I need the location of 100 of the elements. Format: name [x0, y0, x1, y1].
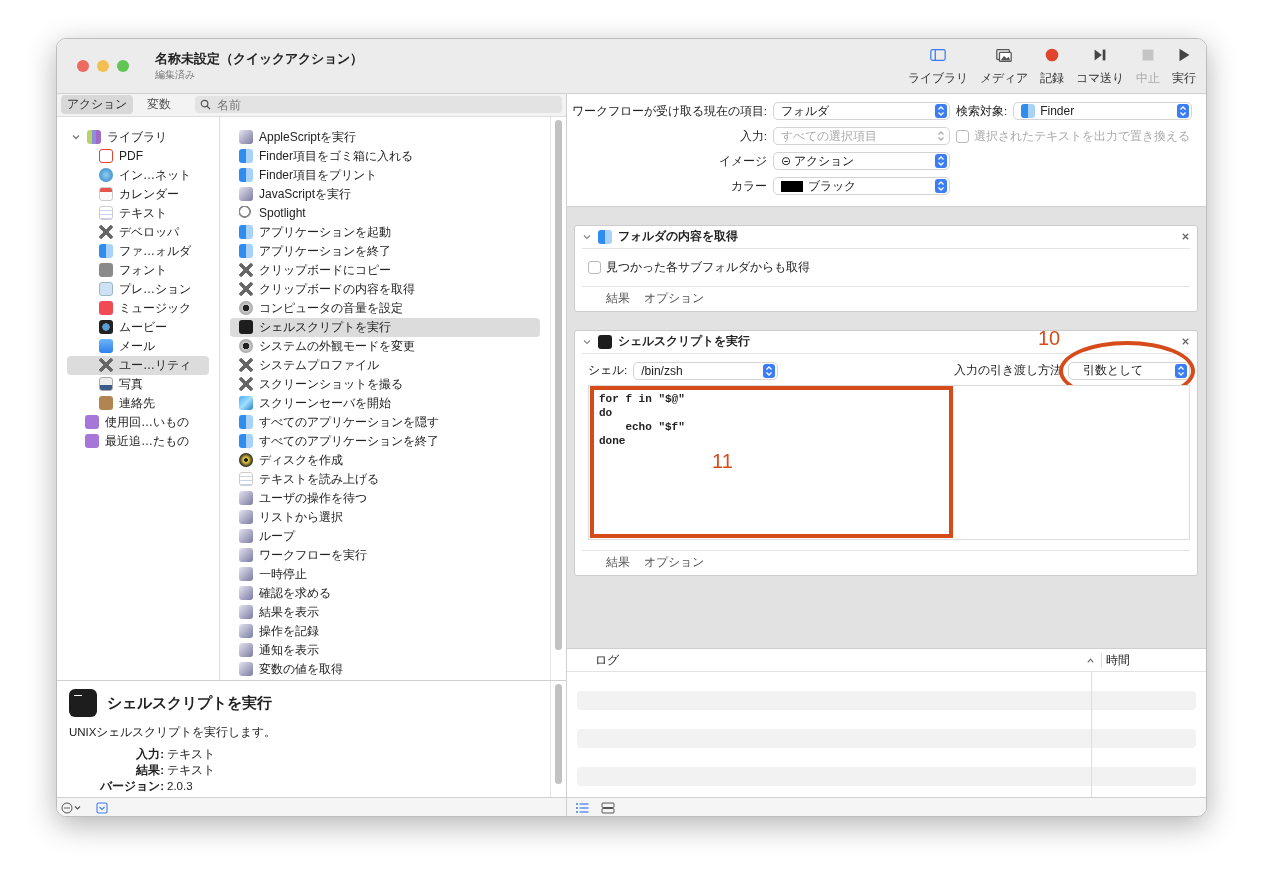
- action-item[interactable]: システムの外観モードを変更: [230, 336, 540, 356]
- pass-input-popup[interactable]: 引数として: [1068, 361, 1190, 380]
- action-item[interactable]: スクリーンショットを撮る: [230, 374, 540, 394]
- library-item[interactable]: 最近追…たもの: [67, 431, 209, 451]
- sort-caret-icon[interactable]: [1086, 655, 1095, 665]
- description-toggle-icon[interactable]: [95, 801, 109, 814]
- field-value: 2.0.3: [167, 779, 194, 795]
- action-item[interactable]: すべてのアプリケーションを隠す: [230, 412, 540, 432]
- card-tab[interactable]: オプション: [644, 555, 704, 571]
- stepper-icon: [1177, 104, 1189, 118]
- action-item[interactable]: ディスクを作成: [230, 450, 540, 470]
- media-tool-button[interactable]: メディア: [976, 43, 1032, 89]
- library-item[interactable]: ミュージック: [67, 298, 209, 318]
- crossed-tools-icon: [239, 282, 253, 297]
- list-view-icon[interactable]: [575, 801, 589, 814]
- search-field[interactable]: 名前: [195, 96, 562, 114]
- annotation-number: 10: [1038, 327, 1061, 348]
- close-icon[interactable]: [1181, 337, 1190, 347]
- action-item[interactable]: シェルスクリプトを実行: [230, 317, 540, 337]
- library-item[interactable]: メール: [67, 336, 209, 356]
- action-item[interactable]: スクリーンセーバを開始: [230, 393, 540, 413]
- action-item[interactable]: コンピュータの音量を設定: [230, 298, 540, 318]
- action-item[interactable]: 結果を表示: [230, 602, 540, 622]
- shell-popup[interactable]: /bin/zsh: [633, 361, 779, 380]
- field-label: イメージ: [718, 153, 767, 169]
- crossed-tools-icon: [239, 377, 253, 392]
- action-item[interactable]: ループ: [230, 526, 540, 546]
- library-tool-button[interactable]: ライブラリ: [904, 43, 972, 89]
- field-label: 入力:: [738, 128, 767, 144]
- action-item[interactable]: ワークフローを実行: [230, 545, 540, 565]
- subfolder-checkbox[interactable]: 見つかった各サブフォルダからも取得: [588, 258, 1184, 276]
- action-item[interactable]: 変数の値を取得: [230, 659, 540, 679]
- library-item[interactable]: デベロッパ: [67, 222, 209, 242]
- library-item[interactable]: プレ…ション: [67, 279, 209, 299]
- calendar-icon: [99, 187, 113, 202]
- annotation-number: 11: [712, 450, 733, 471]
- record-tool-button[interactable]: 記録: [1036, 43, 1068, 89]
- action-item[interactable]: 確認を求める: [230, 583, 540, 603]
- code-line: for f in "$@": [599, 391, 686, 406]
- library-item[interactable]: PDF: [67, 146, 209, 166]
- scrollbar-thumb[interactable]: [555, 684, 562, 785]
- action-item[interactable]: リストから選択: [230, 507, 540, 527]
- library-item[interactable]: ファ…ォルダ: [67, 241, 209, 261]
- receives-popup[interactable]: フォルダ: [773, 102, 950, 120]
- action-item[interactable]: 一時停止: [230, 564, 540, 584]
- field-label: バージョン:: [99, 779, 164, 795]
- library-item[interactable]: ユー…リティ: [67, 355, 209, 375]
- stepper-icon: [935, 154, 947, 168]
- action-item[interactable]: Finder項目をゴミ箱に入れる: [230, 146, 540, 166]
- action-item[interactable]: ユーザの操作を待つ: [230, 488, 540, 508]
- tab[interactable]: 変数: [141, 95, 177, 115]
- field-label: ワークフローが受け取る現在の項目:: [570, 103, 767, 119]
- library-item[interactable]: フォント: [67, 260, 209, 280]
- column-header[interactable]: ログ: [567, 652, 619, 668]
- crossed-tools-icon: [99, 358, 113, 373]
- action-item[interactable]: AppleScriptを実行: [230, 127, 540, 147]
- action-item[interactable]: システムプロファイル: [230, 355, 540, 375]
- field-label: シェル:: [588, 363, 628, 379]
- crossed-tools-icon: [239, 358, 253, 373]
- notepad-icon: [99, 206, 113, 221]
- crossed-tools-icon: [239, 263, 253, 278]
- target-popup[interactable]: Finder: [1013, 102, 1192, 120]
- tab[interactable]: アクション: [61, 95, 133, 115]
- action-item[interactable]: Spotlight: [230, 203, 540, 223]
- action-item[interactable]: Finder項目をプリント: [230, 165, 540, 185]
- card-tab[interactable]: 結果: [606, 291, 630, 307]
- library-item[interactable]: ライブラリ: [67, 127, 209, 147]
- color-popup[interactable]: ブラック: [773, 177, 950, 195]
- stepper-icon: [1175, 363, 1187, 378]
- library-item[interactable]: ムービー: [67, 317, 209, 337]
- action-item[interactable]: 操作を記録: [230, 621, 540, 641]
- library-item[interactable]: テキスト: [67, 203, 209, 223]
- action-item[interactable]: アプリケーションを終了: [230, 241, 540, 261]
- action-item[interactable]: テキストを読み上げる: [230, 469, 540, 489]
- action-item[interactable]: すべてのアプリケーションを終了: [230, 431, 540, 451]
- library-item[interactable]: イン…ネット: [67, 165, 209, 185]
- action-item[interactable]: アプリケーションを起動: [230, 222, 540, 242]
- zoom-icon[interactable]: [117, 60, 129, 72]
- run-tool-button[interactable]: 実行: [1168, 43, 1200, 89]
- column-header[interactable]: 時間: [1101, 652, 1206, 668]
- card-tab[interactable]: オプション: [644, 291, 704, 307]
- library-item[interactable]: カレンダー: [67, 184, 209, 204]
- action-item[interactable]: 通知を表示: [230, 640, 540, 660]
- scrollbar-thumb[interactable]: [555, 119, 562, 650]
- step-tool-button[interactable]: コマ送り: [1072, 43, 1128, 89]
- field-value: テキスト: [167, 747, 216, 763]
- action-item[interactable]: クリップボードにコピー: [230, 260, 540, 280]
- action-item[interactable]: JavaScriptを実行: [230, 184, 540, 204]
- close-icon[interactable]: [1181, 232, 1190, 242]
- close-icon[interactable]: [77, 60, 89, 72]
- more-options-icon[interactable]: [61, 800, 83, 815]
- library-item[interactable]: 連絡先: [67, 393, 209, 413]
- library-item[interactable]: 写真: [67, 374, 209, 394]
- library-item[interactable]: 使用回…いもの: [67, 412, 209, 432]
- card-tab[interactable]: 結果: [606, 555, 630, 571]
- window-title: 名称未設定（クイックアクション）: [155, 50, 363, 68]
- action-item[interactable]: クリップボードの内容を取得: [230, 279, 540, 299]
- split-view-icon[interactable]: [601, 801, 615, 814]
- image-popup[interactable]: ⊝ アクション: [773, 152, 950, 170]
- minimize-icon[interactable]: [97, 60, 109, 72]
